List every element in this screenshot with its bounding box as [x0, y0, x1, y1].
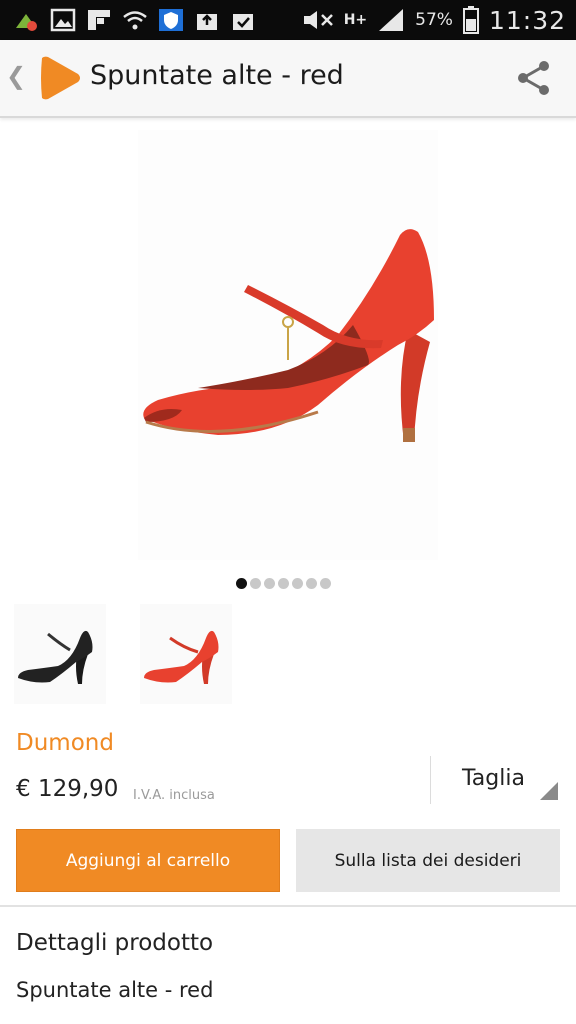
variant-thumbnail-red[interactable] — [140, 604, 232, 704]
wifi-question-icon — [123, 11, 147, 30]
gallery-pagination[interactable] — [236, 578, 331, 589]
status-bar: H+ 57% 11:32 — [0, 0, 576, 40]
flipboard-icon — [88, 10, 110, 30]
gallery-dot[interactable] — [320, 578, 331, 589]
system-indicators: H+ 57% 11:32 — [300, 4, 566, 36]
details-product-name: Spuntate alte - red — [16, 978, 214, 1002]
battery-icon — [462, 6, 479, 34]
download-check-icon — [233, 14, 253, 30]
back-chevron-icon[interactable]: ❮ — [6, 62, 26, 90]
notification-icons — [14, 6, 256, 34]
red-shoe-thumbnail — [144, 630, 219, 684]
red-peep-toe-shoe-image — [143, 229, 435, 442]
page-title: Spuntate alte - red — [90, 60, 344, 91]
variant-thumbnail-black[interactable] — [14, 604, 106, 704]
add-to-cart-button[interactable]: Aggiungi al carrello — [16, 829, 280, 892]
details-heading: Dettagli prodotto — [16, 930, 214, 956]
upload-bag-icon — [197, 14, 217, 30]
zalando-logo[interactable] — [34, 54, 84, 102]
gallery-dot[interactable] — [250, 578, 261, 589]
battery-percent: 57% — [415, 10, 453, 30]
gallery-dot[interactable] — [306, 578, 317, 589]
gallery-dot[interactable] — [264, 578, 275, 589]
dropdown-corner-icon — [540, 782, 558, 800]
clock: 11:32 — [488, 5, 566, 35]
network-type: H+ — [343, 12, 368, 28]
app-notification-icon — [16, 14, 37, 31]
price: € 129,90 — [16, 776, 119, 802]
brand-name[interactable]: Dumond — [16, 730, 114, 756]
gallery-dot[interactable] — [236, 578, 247, 589]
shield-icon — [159, 9, 183, 31]
vat-note: I.V.A. inclusa — [133, 788, 215, 803]
wishlist-button[interactable]: Sulla lista dei desideri — [296, 829, 560, 892]
divider — [0, 905, 576, 907]
share-icon[interactable] — [514, 58, 554, 98]
mute-icon — [303, 11, 333, 29]
size-label: Taglia — [462, 766, 525, 791]
app-bar: ❮ Spuntate alte - red — [0, 40, 576, 118]
divider — [430, 756, 431, 804]
product-image[interactable] — [138, 130, 438, 560]
gallery-dot[interactable] — [278, 578, 289, 589]
black-shoe-thumbnail — [18, 630, 93, 684]
signal-icon — [379, 9, 404, 31]
size-dropdown[interactable]: Taglia — [440, 764, 566, 804]
gallery-dot[interactable] — [292, 578, 303, 589]
image-icon — [50, 8, 76, 32]
